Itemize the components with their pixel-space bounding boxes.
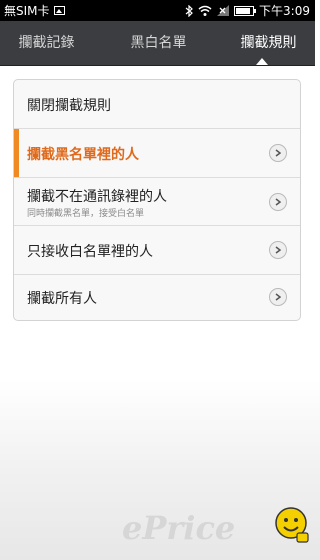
rule-item-block-blacklist[interactable]: 攔截黑名單裡的人	[14, 129, 300, 178]
rule-label: 關閉攔截規則	[27, 98, 111, 114]
battery-icon	[234, 5, 257, 16]
eprice-watermark: ePrice	[122, 503, 312, 553]
rule-item-block-non-contacts[interactable]: 攔截不在通訊錄裡的人 同時攔截黑名單，接受白名單	[14, 178, 300, 226]
wifi-icon	[198, 5, 212, 16]
rule-label: 只接收白名單裡的人	[27, 244, 153, 260]
carrier-text: 無SIM卡	[4, 4, 50, 18]
tab-black-white-list[interactable]: 黑白名單	[112, 21, 205, 65]
rule-item-disable[interactable]: 關閉攔截規則	[14, 80, 300, 129]
chevron-right-icon[interactable]	[269, 193, 287, 211]
watermark-text: ePrice	[122, 509, 236, 547]
active-tab-indicator	[256, 58, 268, 65]
rule-label: 攔截所有人	[27, 291, 97, 307]
signal-icon	[217, 5, 230, 16]
rule-item-block-all[interactable]: 攔截所有人	[14, 275, 300, 320]
rules-list: 關閉攔截規則 攔截黑名單裡的人 攔截不在通訊錄裡的人 同時攔截黑名單，接受白名單…	[13, 79, 301, 321]
clock-text: 下午3:09	[259, 4, 310, 18]
rule-label: 攔截不在通訊錄裡的人	[27, 189, 167, 205]
selected-marker	[14, 129, 19, 177]
rule-item-whitelist-only[interactable]: 只接收白名單裡的人	[14, 226, 300, 275]
rule-subtitle: 同時攔截黑名單，接受白名單	[27, 209, 145, 219]
chevron-right-icon[interactable]	[269, 144, 287, 162]
tab-block-records[interactable]: 攔截記錄	[0, 21, 93, 65]
status-bar: 無SIM卡 下午3:09	[0, 0, 315, 21]
chevron-right-icon[interactable]	[269, 241, 287, 259]
bluetooth-icon	[185, 4, 193, 17]
tab-block-rules[interactable]: 攔截規則	[222, 21, 315, 65]
smiley-logo-icon	[275, 507, 309, 543]
image-icon	[53, 6, 65, 15]
rule-label: 攔截黑名單裡的人	[27, 147, 139, 163]
chevron-right-icon[interactable]	[269, 288, 287, 306]
